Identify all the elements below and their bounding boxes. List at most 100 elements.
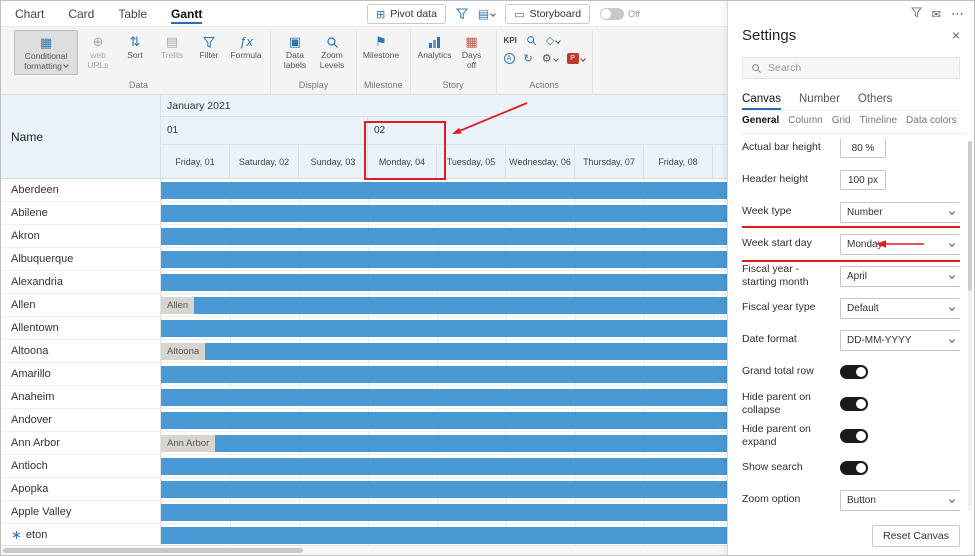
week-header-cell[interactable]: 02	[368, 117, 729, 144]
gantt-row[interactable]: Aberdeen	[1, 179, 729, 202]
gantt-bar[interactable]	[161, 366, 729, 383]
zoom-levels-button[interactable]: Zoom Levels	[315, 30, 349, 73]
filter-button[interactable]: Filter	[192, 30, 226, 63]
subtab-data-colors[interactable]: Data colors	[906, 115, 957, 133]
formula-button[interactable]: ƒx Formula	[229, 30, 263, 63]
scrollbar-thumb[interactable]	[3, 548, 303, 553]
gantt-bar[interactable]	[205, 343, 729, 360]
horizontal-scrollbar[interactable]	[1, 545, 729, 555]
row-name-cell[interactable]: Altoona	[1, 340, 161, 362]
subtab-timeline[interactable]: Timeline	[860, 115, 897, 133]
analytics-button[interactable]: Analytics	[418, 30, 452, 63]
eraser-icon[interactable]: ◇	[546, 34, 560, 47]
refresh-icon[interactable]: ↻	[524, 52, 533, 65]
search-input[interactable]: Search	[742, 57, 960, 79]
tab-chart[interactable]: Chart	[15, 3, 44, 24]
row-name-cell[interactable]: Albuquerque	[1, 248, 161, 270]
gantt-row[interactable]: Altoona Altoona	[1, 340, 729, 363]
gantt-row[interactable]: Apopka	[1, 478, 729, 501]
expand-icon[interactable]: ∗	[11, 527, 22, 543]
days-off-button[interactable]: ▦ Days off	[455, 30, 489, 73]
gantt-bar[interactable]	[161, 527, 729, 544]
sort-button[interactable]: ⇅ Sort	[118, 30, 152, 63]
milestone-button[interactable]: ⚑ Milestone	[364, 30, 398, 63]
day-header-cell[interactable]: Friday, 08	[644, 145, 713, 178]
data-labels-button[interactable]: ▣ Data labels	[278, 30, 312, 73]
day-header-cell[interactable]: Saturday, 02	[230, 145, 299, 178]
dropdown[interactable]: Button	[840, 490, 960, 511]
gantt-bar[interactable]	[161, 320, 729, 337]
gantt-bar[interactable]	[161, 458, 729, 475]
gantt-row[interactable]: Alexandria	[1, 271, 729, 294]
toggle-switch[interactable]	[840, 397, 868, 411]
tab-canvas[interactable]: Canvas	[742, 93, 781, 110]
gear-icon[interactable]: ⚙	[542, 52, 558, 65]
gantt-bar[interactable]	[194, 297, 729, 314]
gantt-bar[interactable]	[161, 182, 729, 199]
subtab-grid[interactable]: Grid	[832, 115, 851, 133]
day-header-cell[interactable]: Sunday, 03	[299, 145, 368, 178]
row-name-cell[interactable]: Antioch	[1, 455, 161, 477]
close-icon[interactable]: ×	[952, 27, 960, 43]
gantt-row[interactable]: Allen Allen	[1, 294, 729, 317]
tab-number[interactable]: Number	[799, 93, 840, 110]
row-name-cell[interactable]: Anaheim	[1, 386, 161, 408]
pdf-export-icon[interactable]: P	[567, 53, 585, 64]
gantt-row[interactable]: Antioch	[1, 455, 729, 478]
tab-table[interactable]: Table	[118, 3, 147, 24]
toggle-switch[interactable]	[840, 461, 868, 475]
value-input[interactable]: 80 %	[840, 139, 886, 158]
tab-card[interactable]: Card	[68, 3, 94, 24]
gantt-row[interactable]: Anaheim	[1, 386, 729, 409]
dropdown[interactable]: Number	[840, 202, 960, 223]
filter-icon[interactable]	[911, 7, 922, 21]
day-header-cell[interactable]: Friday, 01	[161, 145, 230, 178]
row-name-cell[interactable]: Abilene	[1, 202, 161, 224]
month-header[interactable]: January 2021	[161, 95, 729, 117]
panel-scrollbar[interactable]	[968, 141, 972, 511]
gantt-row[interactable]: Amarillo	[1, 363, 729, 386]
filter-icon[interactable]	[456, 8, 468, 20]
gantt-row[interactable]: Apple Valley	[1, 501, 729, 524]
conditional-formatting-button[interactable]: ▦ Conditional formatting	[14, 30, 78, 75]
gantt-row[interactable]: Allentown	[1, 317, 729, 340]
dropdown[interactable]: Default	[840, 298, 960, 319]
storyboard-toggle[interactable]: Off	[600, 8, 640, 20]
gantt-bar[interactable]	[161, 251, 729, 268]
toggle-switch[interactable]	[840, 365, 868, 379]
export-icon[interactable]: ✉	[932, 8, 941, 21]
row-name-cell[interactable]: Alexandria	[1, 271, 161, 293]
gantt-row[interactable]: Andover	[1, 409, 729, 432]
subtab-general[interactable]: General	[742, 115, 779, 133]
reset-canvas-button[interactable]: Reset Canvas	[872, 525, 960, 547]
row-name-cell[interactable]: Apopka	[1, 478, 161, 500]
gantt-bar[interactable]	[161, 504, 729, 521]
panel-scrollbar-thumb[interactable]	[968, 141, 972, 291]
day-header-cell[interactable]: Monday, 04	[368, 145, 437, 178]
day-header-cell[interactable]: Tuesday, 05	[437, 145, 506, 178]
row-name-cell[interactable]: Allentown	[1, 317, 161, 339]
gantt-bar[interactable]	[161, 412, 729, 429]
gantt-row[interactable]: Ann Arbor Ann Arbor	[1, 432, 729, 455]
gantt-row[interactable]: Abilene	[1, 202, 729, 225]
gantt-bar[interactable]	[215, 435, 729, 452]
gantt-bar[interactable]	[161, 274, 729, 291]
gantt-bar[interactable]	[161, 389, 729, 406]
gantt-bar[interactable]	[161, 481, 729, 498]
gantt-row[interactable]: ∗ eton	[1, 524, 729, 547]
subtab-column[interactable]: Column	[788, 115, 822, 133]
row-name-cell[interactable]: ∗ eton	[1, 524, 161, 546]
web-urls-button[interactable]: ⊕ web URLs	[81, 30, 115, 73]
kpi-button[interactable]: KPI	[504, 36, 517, 45]
gantt-row[interactable]: Akron	[1, 225, 729, 248]
tab-gantt[interactable]: Gantt	[171, 3, 202, 24]
day-header-cell[interactable]: Wednesday, 06	[506, 145, 575, 178]
dropdown[interactable]: April	[840, 266, 960, 287]
annotation-a-icon[interactable]: A	[504, 53, 515, 64]
row-name-cell[interactable]: Amarillo	[1, 363, 161, 385]
gantt-bar[interactable]	[161, 205, 729, 222]
name-column-header[interactable]: Name	[1, 95, 161, 178]
trellis-button[interactable]: ▤ Trellis	[155, 30, 189, 63]
row-name-cell[interactable]: Ann Arbor	[1, 432, 161, 454]
dropdown[interactable]: DD-MM-YYYY	[840, 330, 960, 351]
